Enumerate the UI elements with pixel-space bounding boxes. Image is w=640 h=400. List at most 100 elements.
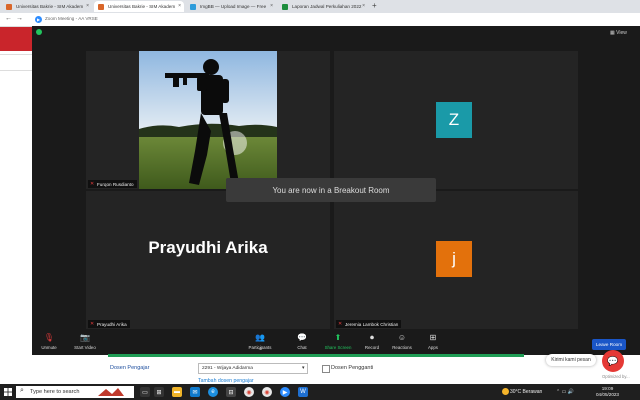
chevron-down-icon: ▾ [302,365,305,371]
widgets-icon[interactable]: ⊞ [154,387,164,397]
record-button[interactable]: ⏺ Record [357,333,387,350]
apps-button[interactable]: ⊞ Apps [418,333,448,350]
participant-name-label: ✕ Prayudhi Arika [88,320,130,328]
participant-name: Furqon Rusdianto [97,181,134,187]
chat-label: Chat [297,345,307,350]
chat-button[interactable]: 💬 Chat [287,333,317,350]
unmute-button[interactable]: 🎙 Unmute [34,333,64,350]
chrome-icon[interactable]: ◉ [244,387,254,397]
share-screen-icon: ⬆ [334,333,342,342]
divider [0,54,32,55]
muted-mic-icon: 🎙 [43,333,55,342]
tab-label: Universitas Bakrie - SIM Akadem [108,4,176,9]
record-label: Record [364,345,380,350]
imgbb-favicon-icon [190,4,196,10]
browser-tab-2[interactable]: Universitas Bakrie - SIM Akadem × [94,1,184,12]
reactions-button[interactable]: ☺ Reactions [387,333,417,350]
search-placeholder: Type here to search [30,389,80,395]
participant-name: Jeremia Lambok Christian [345,321,399,327]
meeting-control-bar: 🎙 Unmute 📷 Start Video 👥4 Participants 💬… [32,331,640,355]
close-tab-icon[interactable]: × [178,3,181,9]
muted-mic-icon: ✕ [90,181,95,187]
file-explorer-icon[interactable]: ▬ [172,387,182,397]
tab-label: Laporan Jadwal Perkuliahan 2022 [292,4,362,9]
clock-date: 04/05/2023 [596,392,619,397]
participants-label: Participants [248,345,272,350]
university-favicon-icon [98,4,104,10]
weather-text[interactable]: 30°C Berawan [510,389,542,395]
weather-sun-icon [502,388,509,395]
search-icon: ⌕ [20,387,24,394]
chrome-profile-icon[interactable]: ◉ [262,387,272,397]
store-icon[interactable]: ⊟ [226,387,236,397]
mail-icon[interactable]: ✉ [190,387,200,397]
participant-name-label: ✕ Furqon Rusdianto [88,180,137,188]
soldier-silhouette-image [139,51,277,189]
leave-room-button[interactable]: Leave Room [592,339,626,350]
video-tile-prayudhi[interactable]: Prayudhi Arika ✕ Prayudhi Arika [86,191,330,329]
participants-button[interactable]: 👥4 Participants [245,333,275,351]
divider [0,70,32,71]
close-tab-icon[interactable]: × [86,3,89,9]
apps-icon: ⊞ [429,333,437,342]
start-video-label: Start Video [74,345,96,350]
tab-label: ImgBB — Upload Image — Free [200,4,267,9]
windows-taskbar: Type here to search ⌕ ▭ ⊞ ▬ ✉ e ⊟ ◉ ◉ ▶ … [0,384,640,400]
edge-browser-icon[interactable]: e [208,387,218,397]
video-tile-z[interactable]: Z [334,51,578,189]
university-favicon-icon [6,4,12,10]
form-section-divider [108,354,524,357]
avatar: j [436,241,472,277]
dosen-pengganti-checkbox[interactable] [322,365,330,373]
zoom-window-title: Zoom Meeting - AA VRSE [45,16,98,21]
share-screen-button[interactable]: ⬆ Share Screen [323,333,353,350]
close-tab-icon[interactable]: × [270,3,273,9]
taskbar-clock[interactable]: 19:09 04/05/2023 [596,386,619,398]
close-tab-icon[interactable]: × [362,3,365,9]
dosen-pengajar-select[interactable]: 2291 - Wijaya Adidarma [198,363,308,374]
video-off-icon: 📷 [80,333,90,342]
zoom-app-icon[interactable]: ▶ [280,387,290,397]
muted-mic-icon: ✕ [90,321,95,327]
task-view-icon[interactable]: ▭ [140,387,150,397]
system-tray-icons[interactable]: ⌃ ▭ 🔊 [556,389,574,395]
sheets-favicon-icon [282,4,288,10]
word-icon[interactable]: W [298,387,308,397]
browser-tab-3[interactable]: ImgBB — Upload Image — Free × [186,1,276,12]
unmute-label: Unmute [41,345,57,350]
live-chat-prompt[interactable]: Kirimi kami pesan [546,354,596,366]
share-screen-label: Share Screen [324,345,352,350]
participant-photo [139,51,277,189]
reactions-label: Reactions [392,345,412,350]
security-shield-icon[interactable] [36,29,42,35]
participant-name: Prayudhi Arika [97,321,127,327]
back-arrow-icon[interactable]: ← [5,15,12,22]
optimized-by-text: Optimized by... [602,374,630,379]
record-icon: ⏺ [370,333,374,342]
video-tile-furqon[interactable]: ✕ Furqon Rusdianto [86,51,330,189]
start-video-button[interactable]: 📷 Start Video [70,333,100,350]
view-button[interactable]: ▦ View [610,30,627,36]
dosen-pengganti-label: Dosen Pengganti [331,365,374,371]
browser-tab-strip: Universitas Bakrie - SIM Akadem × Univer… [0,0,640,13]
zoom-title-bar: ▶ Zoom Meeting - AA VRSE [32,13,640,26]
zoom-meeting-window: ▦ View ✕ Furqon Rusdianto Z Prayudhi Ari… [32,26,640,355]
browser-tab-4[interactable]: Laporan Jadwal Perkuliahan 2022 × [278,1,368,12]
zoom-logo-icon: ▶ [35,16,42,23]
browser-tab-1[interactable]: Universitas Bakrie - SIM Akadem × [2,1,92,12]
new-tab-plus-icon[interactable]: + [372,1,377,10]
video-tile-jeremia[interactable]: j ✕ Jeremia Lambok Christian [334,191,578,329]
avatar: Z [436,102,472,138]
search-highlight-image [98,388,124,396]
live-chat-bubble-icon[interactable]: 💬 [602,350,624,372]
windows-start-icon[interactable] [4,388,12,396]
breakout-room-notification: You are now in a Breakout Room [226,178,436,202]
apps-label: Apps [427,345,438,350]
tab-label: Universitas Bakrie - SIM Akadem [16,4,84,9]
forward-arrow-icon[interactable]: → [16,15,23,22]
participants-icon: 👥4 [255,333,265,351]
site-header-banner [0,27,32,51]
dosen-pengajar-label: Dosen Pengajar [110,365,150,371]
muted-mic-icon: ✕ [338,321,343,327]
participant-name-label: ✕ Jeremia Lambok Christian [336,320,402,328]
